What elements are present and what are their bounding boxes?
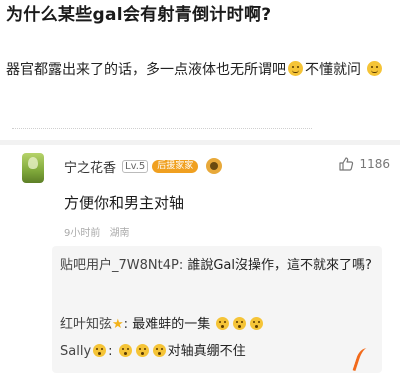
star-icon: ★ — [112, 317, 124, 332]
emoji-shock-icon — [216, 317, 230, 330]
avatar[interactable] — [22, 153, 44, 183]
question-block: 为什么某些gal会有射青倒计时啊? 器官都露出来了的话，多一点液体也无所谓吧 不懂… — [6, 4, 394, 85]
medal-icon — [206, 158, 223, 174]
reply-username[interactable]: 贴吧用户_7W8Nt4P: — [60, 258, 183, 273]
emoji-smile-icon — [367, 61, 383, 76]
emoji-shock-icon — [135, 344, 149, 357]
thumbs-up-icon — [339, 157, 354, 171]
question-body-text-2: 不懂就问 — [305, 62, 361, 78]
reply-text: 最难蚌的一集 — [132, 317, 211, 332]
reply-username[interactable]: 红叶知弦 — [60, 317, 112, 332]
emoji-shock-icon — [118, 344, 132, 357]
emoji-grin-icon — [93, 344, 107, 357]
section-separator — [0, 140, 400, 145]
reply-text: 誰說Gal沒操作，這不就來了嗎? — [187, 258, 372, 273]
reply-item[interactable]: 红叶知弦★: 最难蚌的一集 — [60, 315, 378, 334]
comment-time: 9小时前 — [64, 228, 101, 239]
emoji-smile-icon — [288, 61, 303, 76]
reply-item[interactable]: Sally: 对轴真绷不住 — [60, 342, 378, 361]
comment-meta: 9小时前 湖南 — [64, 224, 136, 239]
reply-username[interactable]: Sally — [60, 344, 91, 359]
reply-list: 贴吧用户_7W8Nt4P: 誰說Gal沒操作，這不就來了嗎? 红叶知弦★: 最难… — [52, 246, 382, 373]
emoji-shock-icon — [152, 344, 166, 357]
like-count: 1186 — [359, 157, 390, 171]
question-body-text-1: 器官都露出来了的话，多一点液体也无所谓吧 — [6, 62, 286, 78]
like-button[interactable]: 1186 — [338, 156, 390, 172]
fan-badge[interactable]: 后援家家 — [152, 159, 199, 173]
emoji-shock-icon — [233, 317, 247, 330]
username[interactable]: 宁之花香 — [64, 157, 116, 176]
question-body: 器官都露出来了的话，多一点液体也无所谓吧 不懂就问 — [6, 56, 386, 85]
question-title[interactable]: 为什么某些gal会有射青倒计时啊? — [6, 4, 394, 26]
comment-location: 湖南 — [109, 228, 130, 239]
reply-item[interactable]: 贴吧用户_7W8Nt4P: 誰說Gal沒操作，這不就來了嗎? — [60, 256, 378, 275]
emoji-shock-icon — [250, 317, 264, 330]
comment-user-line: 宁之花香 Lv.5 后援家家 — [64, 157, 223, 176]
level-badge: Lv.5 — [122, 159, 149, 173]
comment-text[interactable]: 方便你和男主对轴 — [64, 192, 184, 213]
reply-text: 对轴真绷不住 — [167, 344, 246, 359]
divider — [12, 128, 312, 129]
